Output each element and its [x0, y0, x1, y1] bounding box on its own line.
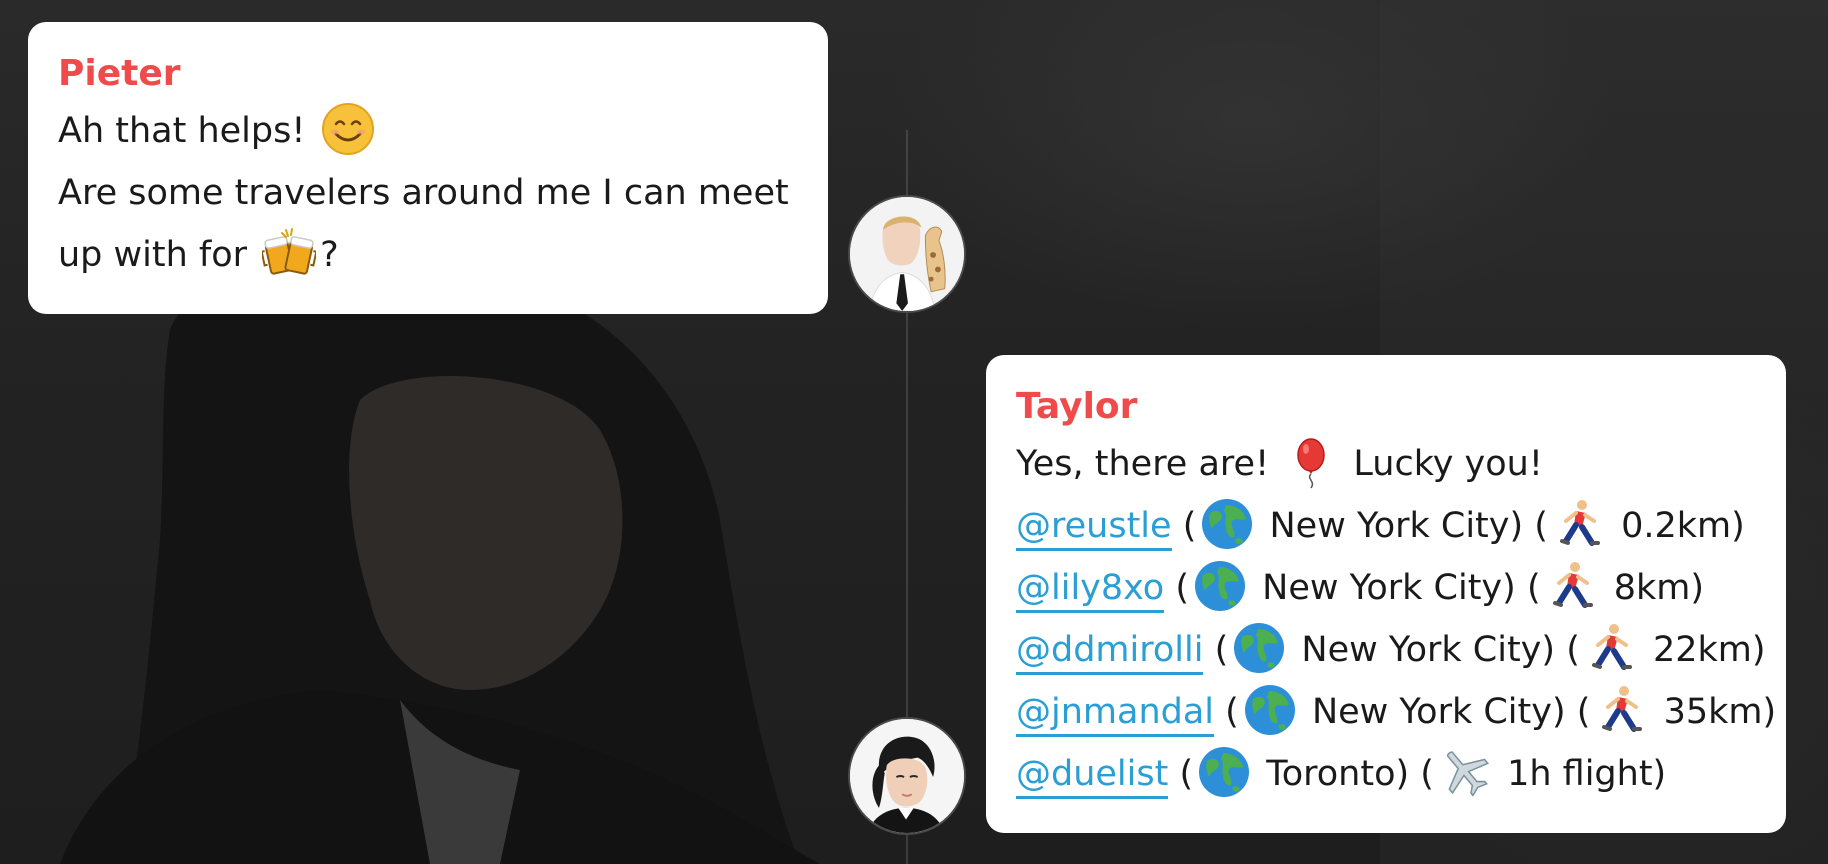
- message-line: Are some travelers around me I can meet: [58, 162, 798, 224]
- traveler-row: @jnmandal ( New York City) ( 35km): [1016, 681, 1776, 743]
- paren: (: [1175, 568, 1189, 608]
- beer-mugs-icon: [262, 226, 317, 280]
- sender-name: Pieter: [58, 53, 181, 94]
- airplane-icon: [1438, 745, 1492, 799]
- message-text: up with for: [58, 235, 248, 275]
- paren: (: [1179, 754, 1194, 794]
- message-bubble-pieter: Pieter Ah that helps! Are some travelers…: [28, 22, 828, 314]
- runner-icon: [1552, 497, 1606, 551]
- message-text: Yes, there are!: [1016, 444, 1270, 484]
- message-line: Ah that helps!: [58, 100, 798, 162]
- mention-link[interactable]: @lily8xo: [1016, 568, 1165, 613]
- paren: (: [1566, 630, 1580, 670]
- distance-text: 22km): [1653, 630, 1766, 670]
- paren: (: [1534, 506, 1548, 546]
- traveler-row: @duelist ( Toronto) ( 1h flight): [1016, 743, 1756, 805]
- city-text: Toronto): [1266, 754, 1410, 794]
- mention-link[interactable]: @duelist: [1016, 754, 1169, 799]
- city-text: New York City): [1301, 630, 1556, 670]
- message-text: Ah that helps!: [58, 111, 306, 151]
- runner-icon: [1594, 683, 1648, 737]
- traveler-row: @lily8xo ( New York City) ( 8km): [1016, 557, 1756, 619]
- message-bubble-taylor: Taylor Yes, there are! Lucky you! @reust…: [986, 355, 1786, 833]
- paren: (: [1214, 630, 1229, 670]
- message-line: Yes, there are! Lucky you!: [1016, 433, 1756, 495]
- avatar-pieter[interactable]: [848, 195, 966, 313]
- globe-icon: [1197, 745, 1251, 799]
- city-text: New York City): [1262, 568, 1516, 608]
- paren: (: [1182, 506, 1197, 546]
- runner-icon: [1584, 621, 1638, 675]
- message-text: Lucky you!: [1353, 444, 1543, 484]
- city-text: New York City): [1311, 692, 1566, 732]
- traveler-row: @ddmirolli ( New York City) ( 22km): [1016, 619, 1766, 681]
- sender-name: Taylor: [1016, 386, 1138, 427]
- city-text: New York City): [1269, 506, 1524, 546]
- mention-link[interactable]: @reustle: [1016, 506, 1172, 551]
- globe-icon: [1193, 559, 1247, 613]
- traveler-row: @reustle ( New York City) ( 0.2km): [1016, 495, 1756, 557]
- balloon-icon: [1284, 435, 1338, 489]
- runner-icon: [1545, 559, 1599, 613]
- mention-link[interactable]: @jnmandal: [1016, 692, 1215, 737]
- distance-text: 35km): [1663, 692, 1777, 732]
- avatar-taylor[interactable]: [848, 717, 966, 835]
- distance-text: 8km): [1613, 568, 1705, 608]
- paren: (: [1420, 754, 1434, 794]
- distance-text: 1h flight): [1507, 754, 1667, 794]
- globe-icon: [1232, 621, 1286, 675]
- message-text: Are some travelers around me I can meet: [58, 173, 789, 213]
- paren: (: [1225, 692, 1239, 732]
- paren: (: [1526, 568, 1541, 608]
- distance-text: 0.2km): [1621, 506, 1745, 546]
- paren: (: [1576, 692, 1591, 732]
- message-text: ?: [320, 235, 339, 275]
- globe-icon: [1243, 683, 1297, 737]
- globe-icon: [1200, 497, 1254, 551]
- mention-link[interactable]: @ddmirolli: [1016, 630, 1204, 675]
- message-line: up with for ?: [58, 224, 798, 286]
- smiling-face-icon: [321, 102, 375, 156]
